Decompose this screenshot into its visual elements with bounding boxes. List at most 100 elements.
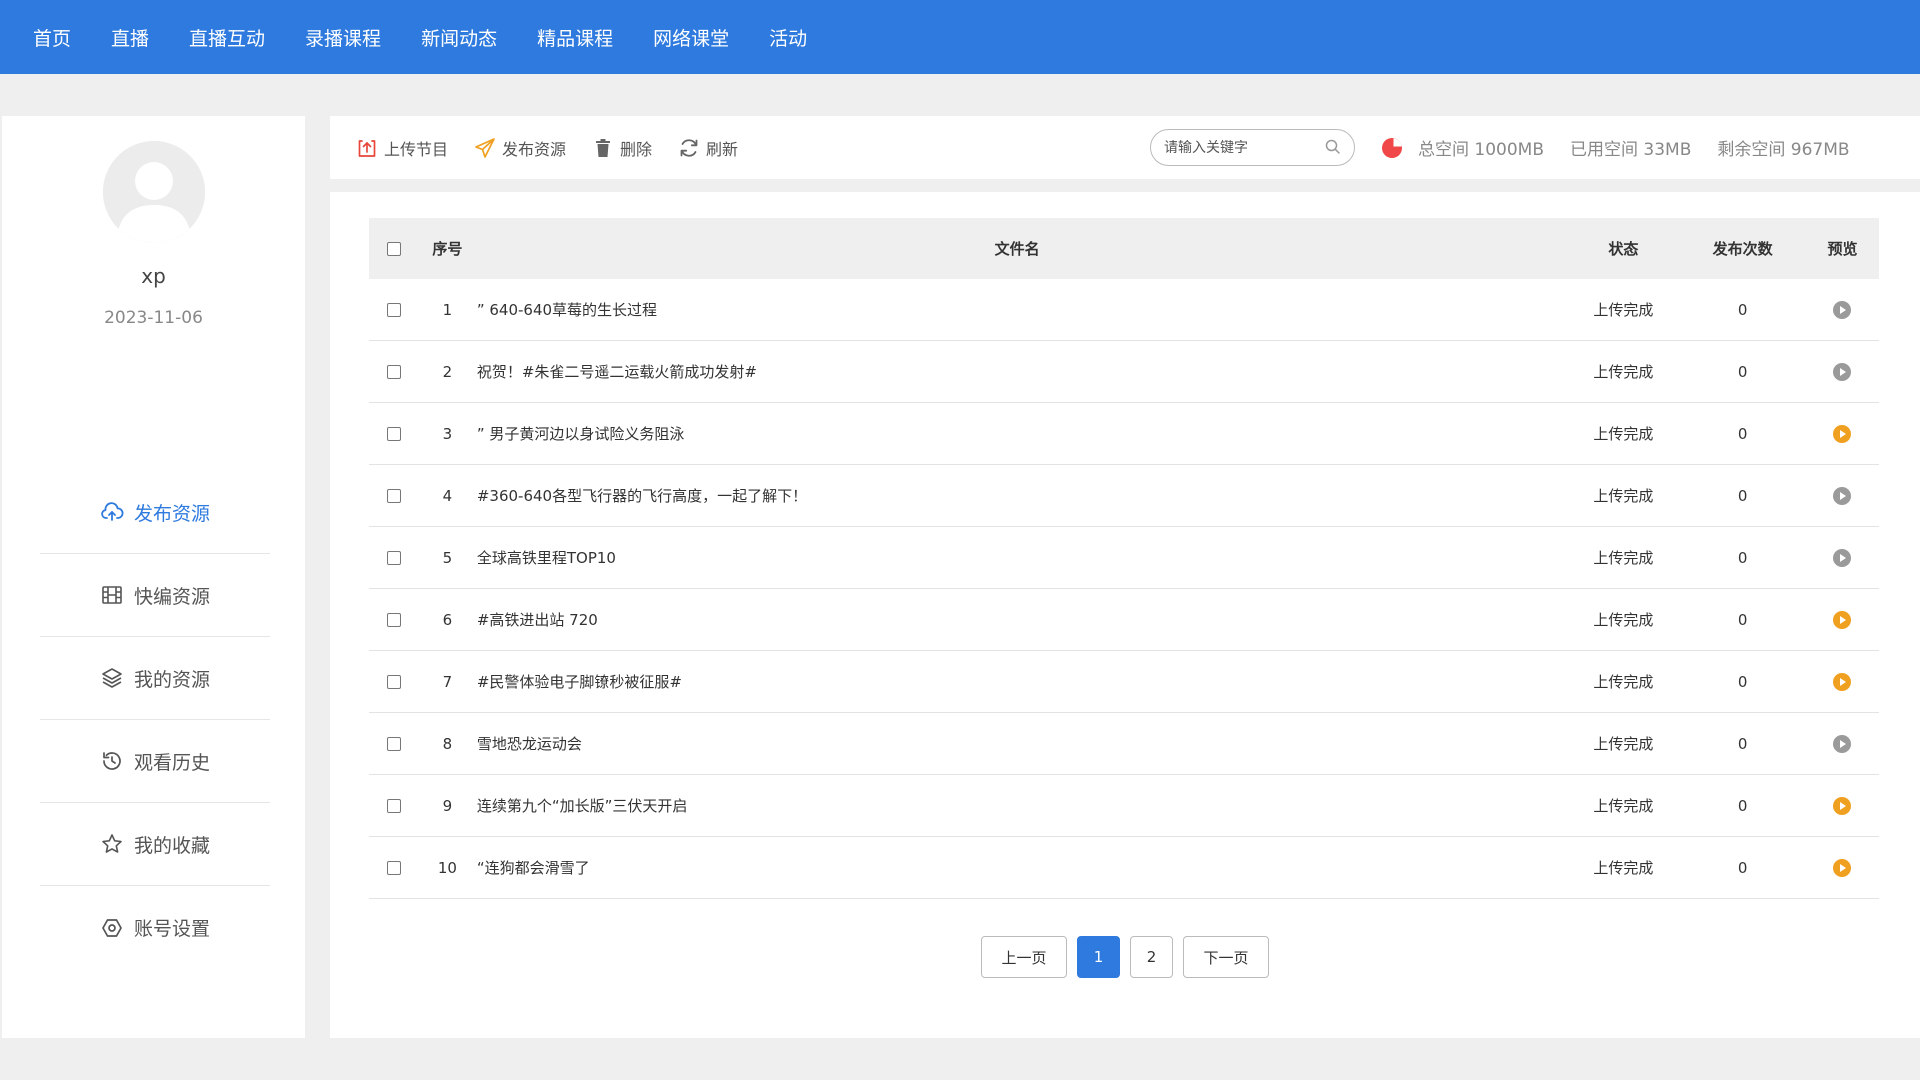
nav-live-interaction[interactable]: 直播互动 bbox=[189, 24, 265, 51]
row-checkbox[interactable] bbox=[387, 674, 401, 689]
row-status: 上传完成 bbox=[1593, 301, 1654, 319]
prev-page-button[interactable]: 上一页 bbox=[981, 936, 1067, 978]
table-row[interactable]: 6 #高铁进出站 720 上传完成 0 bbox=[369, 589, 1879, 651]
row-publish-count: 0 bbox=[1737, 672, 1748, 691]
sidebar-item-quick-edit-resources[interactable]: 快编资源 bbox=[40, 554, 270, 637]
star-icon bbox=[100, 832, 124, 856]
resource-toolbar: 上传节目 发布资源 删除 刷新 请输入关键字 总空间 1000MB 已用空间 3… bbox=[330, 116, 1920, 179]
page-2-button[interactable]: 2 bbox=[1130, 936, 1173, 978]
film-grid-icon bbox=[100, 583, 124, 607]
nav-recorded-courses[interactable]: 录播课程 bbox=[305, 24, 381, 51]
row-status: 上传完成 bbox=[1593, 363, 1654, 381]
page-1-button[interactable]: 1 bbox=[1077, 936, 1120, 978]
select-all-checkbox[interactable] bbox=[387, 241, 401, 256]
refresh-label: 刷新 bbox=[706, 139, 739, 159]
row-filename: ” 640-640草莓的生长过程 bbox=[476, 301, 658, 319]
upload-program-button[interactable]: 上传节目 bbox=[356, 136, 448, 160]
row-filename: 祝贺！#朱雀二号遥二运载火箭成功发射# bbox=[476, 363, 757, 381]
table-row[interactable]: 3 ” 男子黄河边以身试险义务阻泳 上传完成 0 bbox=[369, 403, 1879, 465]
row-checkbox[interactable] bbox=[387, 736, 401, 751]
row-publish-count: 0 bbox=[1737, 362, 1748, 381]
search-icon[interactable] bbox=[1324, 138, 1342, 156]
search-input[interactable] bbox=[1164, 139, 1314, 156]
table-row[interactable]: 10 “连狗都会滑雪了 上传完成 0 bbox=[369, 837, 1879, 899]
nav-activities[interactable]: 活动 bbox=[769, 24, 807, 51]
sidebar-item-label: 发布资源 bbox=[133, 502, 210, 525]
row-status: 上传完成 bbox=[1593, 859, 1654, 877]
play-preview-icon[interactable] bbox=[1832, 362, 1852, 382]
play-preview-icon[interactable] bbox=[1832, 796, 1852, 816]
row-checkbox[interactable] bbox=[387, 550, 401, 565]
next-page-button[interactable]: 下一页 bbox=[1183, 936, 1269, 978]
row-number: 6 bbox=[442, 610, 453, 629]
play-preview-icon[interactable] bbox=[1832, 672, 1852, 692]
cloud-upload-icon bbox=[100, 500, 124, 524]
storage-total: 总空间 1000MB bbox=[1418, 140, 1544, 160]
sidebar-item-label: 我的资源 bbox=[133, 668, 210, 691]
history-icon bbox=[100, 749, 124, 773]
play-preview-icon[interactable] bbox=[1832, 548, 1852, 568]
sidebar-item-watch-history[interactable]: 观看历史 bbox=[40, 720, 270, 803]
nav-featured-courses[interactable]: 精品课程 bbox=[537, 24, 613, 51]
table-row[interactable]: 1 ” 640-640草莓的生长过程 上传完成 0 bbox=[369, 279, 1879, 341]
table-row[interactable]: 8 雪地恐龙运动会 上传完成 0 bbox=[369, 713, 1879, 775]
table-header: 序号 文件名 状态 发布次数 预览 bbox=[369, 218, 1879, 279]
play-preview-icon[interactable] bbox=[1832, 858, 1852, 878]
publish-resource-button[interactable]: 发布资源 bbox=[474, 136, 566, 160]
play-preview-icon[interactable] bbox=[1832, 424, 1852, 444]
row-number: 7 bbox=[442, 672, 453, 691]
row-publish-count: 0 bbox=[1737, 734, 1748, 753]
row-number: 3 bbox=[442, 424, 453, 443]
sidebar-item-my-favorites[interactable]: 我的收藏 bbox=[40, 803, 270, 886]
row-status: 上传完成 bbox=[1593, 673, 1654, 691]
search-box bbox=[1150, 129, 1355, 166]
play-preview-icon[interactable] bbox=[1832, 610, 1852, 630]
resource-table: 序号 文件名 状态 发布次数 预览 1” 640-640草莓的生长过程 上传完成 0… bbox=[369, 218, 1879, 899]
storage-remaining: 剩余空间 967MB bbox=[1717, 140, 1850, 160]
table-row[interactable]: 7 #民警体验电子脚镣秒被征服# 上传完成 0 bbox=[369, 651, 1879, 713]
play-preview-icon[interactable] bbox=[1832, 486, 1852, 506]
row-publish-count: 0 bbox=[1737, 610, 1748, 629]
row-status: 上传完成 bbox=[1593, 797, 1654, 815]
play-preview-icon[interactable] bbox=[1832, 300, 1852, 320]
toolbar-actions: 上传节目 发布资源 删除 刷新 bbox=[356, 136, 764, 160]
row-number: 2 bbox=[442, 362, 453, 381]
storage-used: 已用空间 33MB bbox=[1570, 140, 1692, 160]
play-preview-icon[interactable] bbox=[1832, 734, 1852, 754]
join-date: 2023-11-06 bbox=[104, 308, 203, 328]
top-navigation: 首页 直播 直播互动 录播课程 新闻动态 精品课程 网络课堂 活动 bbox=[0, 0, 1920, 74]
table-row[interactable]: 9 连续第九个“加长版”三伏天开启 上传完成 0 bbox=[369, 775, 1879, 837]
row-number: 9 bbox=[442, 796, 453, 815]
avatar[interactable] bbox=[103, 141, 205, 243]
row-checkbox[interactable] bbox=[387, 488, 401, 503]
header-preview: 预览 bbox=[1827, 240, 1858, 258]
storage-summary: 总空间 1000MB 已用空间 33MB 剩余空间 967MB bbox=[1380, 116, 1876, 179]
header-status: 状态 bbox=[1608, 240, 1639, 258]
row-filename: “连狗都会滑雪了 bbox=[476, 859, 590, 877]
table-row[interactable]: 4 #360-640各型飞行器的飞行高度，一起了解下！ 上传完成 0 bbox=[369, 465, 1879, 527]
sidebar-item-publish-resources[interactable]: 发布资源 bbox=[40, 471, 270, 554]
row-checkbox[interactable] bbox=[387, 364, 401, 379]
row-checkbox[interactable] bbox=[387, 860, 401, 875]
sidebar-item-account-settings[interactable]: 账号设置 bbox=[40, 886, 270, 969]
table-row[interactable]: 5 全球高铁里程TOP10 上传完成 0 bbox=[369, 527, 1879, 589]
row-filename: #360-640各型飞行器的飞行高度，一起了解下！ bbox=[476, 487, 808, 505]
nav-home[interactable]: 首页 bbox=[33, 24, 71, 51]
publish-resource-label: 发布资源 bbox=[502, 139, 567, 159]
upload-program-label: 上传节目 bbox=[384, 139, 449, 159]
delete-button[interactable]: 删除 bbox=[592, 136, 652, 160]
row-checkbox[interactable] bbox=[387, 612, 401, 627]
nav-news[interactable]: 新闻动态 bbox=[421, 24, 497, 51]
row-publish-count: 0 bbox=[1737, 796, 1748, 815]
refresh-button[interactable]: 刷新 bbox=[678, 136, 738, 160]
user-silhouette-icon bbox=[103, 141, 205, 243]
nav-online-classroom[interactable]: 网络课堂 bbox=[653, 24, 729, 51]
row-filename: 雪地恐龙运动会 bbox=[476, 735, 582, 753]
nav-live[interactable]: 直播 bbox=[111, 24, 149, 51]
row-checkbox[interactable] bbox=[387, 426, 401, 441]
row-checkbox[interactable] bbox=[387, 302, 401, 317]
row-checkbox[interactable] bbox=[387, 798, 401, 813]
table-row[interactable]: 2 祝贺！#朱雀二号遥二运载火箭成功发射# 上传完成 0 bbox=[369, 341, 1879, 403]
sidebar-item-my-resources[interactable]: 我的资源 bbox=[40, 637, 270, 720]
row-status: 上传完成 bbox=[1593, 549, 1654, 567]
